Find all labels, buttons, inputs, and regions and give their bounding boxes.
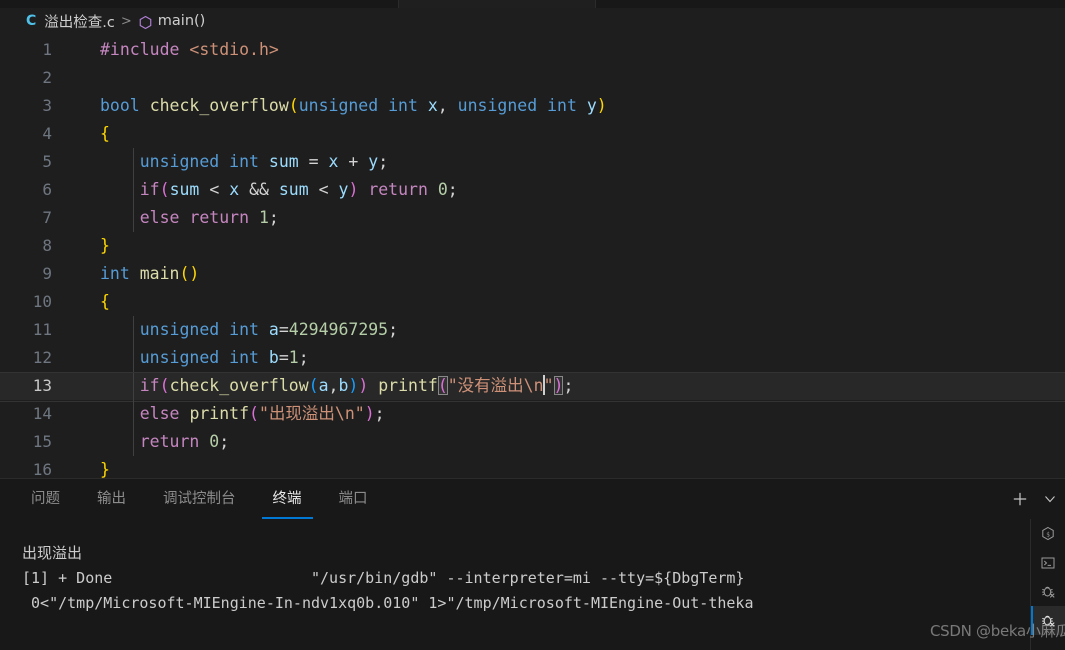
- new-terminal-button[interactable]: [1005, 484, 1035, 514]
- code-line[interactable]: 15 return 0;: [0, 428, 1065, 456]
- line-content: else return 1;: [139, 208, 279, 227]
- terminal-instance-terminal[interactable]: [1031, 548, 1065, 577]
- line-number: 1: [42, 40, 52, 59]
- terminal-instance-shell[interactable]: $: [1031, 519, 1065, 548]
- code-line[interactable]: 9 int main(): [0, 260, 1065, 288]
- line-number: 12: [32, 348, 52, 367]
- line-number: 13: [32, 376, 52, 395]
- vscode-window: C 溢出检查.c > main() 1 #include <stdio.h> 2…: [0, 0, 1065, 650]
- terminal-instance-list: $: [1030, 519, 1065, 650]
- line-number: 15: [32, 432, 52, 451]
- terminal-instance-debug-1[interactable]: [1031, 577, 1065, 606]
- line-content: }: [100, 236, 110, 255]
- line-number: 3: [42, 96, 52, 115]
- code-line[interactable]: 11 unsigned int a=4294967295;: [0, 316, 1065, 344]
- tab-ports[interactable]: 端口: [328, 479, 379, 519]
- shell-icon: $: [1042, 526, 1054, 540]
- tab-label: 输出: [97, 491, 126, 507]
- line-content: int main(): [100, 264, 200, 283]
- tab-label: 终端: [272, 491, 302, 507]
- terminal-line: 0<"/tmp/Microsoft-MIEngine-In-ndv1xq0b.0…: [22, 594, 754, 612]
- tab-problems[interactable]: 问题: [20, 479, 71, 519]
- debug-bug-icon: [1041, 615, 1055, 627]
- code-line[interactable]: 1 #include <stdio.h>: [0, 36, 1065, 64]
- line-content: return 0;: [139, 432, 230, 451]
- tab-debug-console[interactable]: 调试控制台: [152, 479, 247, 519]
- panel-header: 问题 输出 调试控制台 终端 端口: [0, 479, 1065, 519]
- code-line[interactable]: 12 unsigned int b=1;: [0, 344, 1065, 372]
- line-number: 9: [42, 264, 52, 283]
- plus-icon: [1013, 492, 1027, 506]
- editor-tab-partial-active[interactable]: [398, 0, 596, 8]
- breadcrumb-separator: >: [120, 13, 132, 29]
- code-line[interactable]: 10 {: [0, 288, 1065, 316]
- bottom-panel: 问题 输出 调试控制台 终端 端口 出现溢出 [1] + Done "/usr/…: [0, 478, 1065, 650]
- line-number: 10: [32, 292, 52, 311]
- terminal-dropdown-button[interactable]: [1035, 484, 1065, 514]
- code-line[interactable]: 16 }: [0, 456, 1065, 478]
- code-line[interactable]: 4 {: [0, 120, 1065, 148]
- line-number: 5: [42, 152, 52, 171]
- code-line[interactable]: 5 unsigned int sum = x + y;: [0, 148, 1065, 176]
- line-content: unsigned int b=1;: [139, 348, 309, 367]
- terminal-instance-debug-2[interactable]: [1031, 606, 1065, 635]
- line-content: else printf("出现溢出\n");: [139, 404, 385, 423]
- code-line[interactable]: 8 }: [0, 232, 1065, 260]
- line-content: if(sum < x && sum < y) return 0;: [139, 180, 458, 199]
- line-content: unsigned int sum = x + y;: [139, 152, 389, 171]
- line-content: {: [100, 292, 110, 311]
- tab-label: 调试控制台: [163, 491, 236, 507]
- editor-tab-partial-inactive[interactable]: [596, 0, 786, 8]
- chevron-down-icon: [1045, 496, 1055, 503]
- tab-terminal[interactable]: 终端: [261, 479, 313, 519]
- svg-text:$: $: [1046, 531, 1050, 538]
- breadcrumb-file[interactable]: 溢出检查.c: [44, 11, 115, 32]
- tab-output[interactable]: 输出: [86, 479, 137, 519]
- line-number: 8: [42, 236, 52, 255]
- tab-label: 端口: [338, 491, 368, 507]
- editor-tab-strip: [0, 0, 1065, 8]
- breadcrumb: C 溢出检查.c > main(): [0, 8, 1065, 34]
- code-line[interactable]: 7 else return 1;: [0, 204, 1065, 232]
- line-content: }: [100, 460, 110, 478]
- terminal-prompt-icon: [1041, 557, 1055, 568]
- line-content: unsigned int a=4294967295;: [139, 320, 399, 339]
- code-line[interactable]: 2: [0, 64, 1065, 92]
- code-editor[interactable]: 1 #include <stdio.h> 2 3 bool check_over…: [0, 36, 1065, 478]
- line-number: 7: [42, 208, 52, 227]
- terminal-output: 出现溢出 [1] + Done "/usr/bin/gdb" --interpr…: [22, 541, 1032, 616]
- line-content: #include <stdio.h>: [100, 40, 279, 59]
- line-number: 16: [32, 460, 52, 478]
- code-line[interactable]: 14 else printf("出现溢出\n");: [0, 400, 1065, 428]
- line-content: bool check_overflow(unsigned int x, unsi…: [100, 96, 607, 115]
- line-number: 14: [32, 404, 52, 423]
- line-content: if(check_overflow(a,b)) printf("没有溢出\n")…: [139, 375, 574, 395]
- terminal-body[interactable]: 出现溢出 [1] + Done "/usr/bin/gdb" --interpr…: [0, 519, 1065, 650]
- debug-bug-icon: [1041, 586, 1055, 598]
- line-number: 4: [42, 124, 52, 143]
- panel-tab-list: 问题 输出 调试控制台 终端 端口: [20, 479, 394, 519]
- tab-label: 问题: [31, 491, 60, 507]
- panel-actions: [1005, 479, 1065, 519]
- c-language-icon: C: [26, 13, 37, 29]
- code-line-active[interactable]: 13 if(check_overflow(a,b)) printf("没有溢出\…: [0, 372, 1065, 402]
- line-number: 11: [32, 320, 52, 339]
- terminal-line: [1] + Done "/usr/bin/gdb" --interpreter=…: [22, 569, 745, 587]
- line-content: {: [100, 124, 110, 143]
- breadcrumb-symbol[interactable]: main(): [158, 13, 206, 29]
- symbol-method-icon: [138, 15, 153, 30]
- terminal-line: 出现溢出: [22, 544, 83, 562]
- line-number: 6: [42, 180, 52, 199]
- code-line[interactable]: 6 if(sum < x && sum < y) return 0;: [0, 176, 1065, 204]
- line-number: 2: [42, 68, 52, 87]
- code-line[interactable]: 3 bool check_overflow(unsigned int x, un…: [0, 92, 1065, 120]
